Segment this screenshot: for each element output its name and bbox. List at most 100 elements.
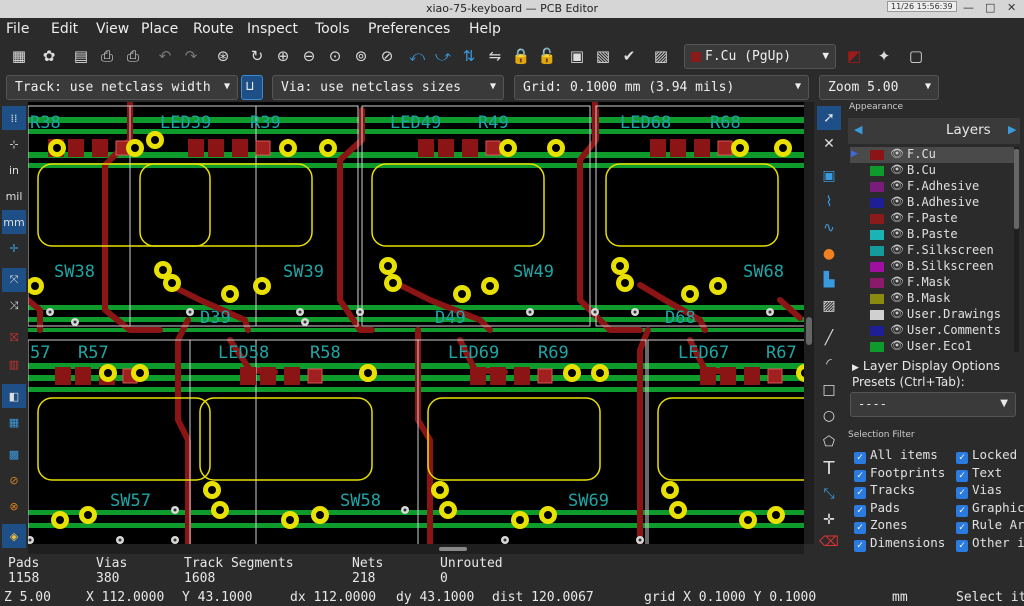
zoom-objects-icon[interactable]: ⊚: [350, 45, 372, 67]
undo-icon[interactable]: ↶: [154, 45, 176, 67]
select-icon[interactable]: ➚: [817, 106, 841, 130]
filter-checkbox[interactable]: ✓ Graphics: [956, 500, 1024, 517]
zoom-area-icon[interactable]: ⊘: [376, 45, 398, 67]
route-track-icon[interactable]: ⌇: [817, 190, 841, 214]
set-origin-icon[interactable]: ✛: [817, 508, 841, 532]
visibility-eye-icon[interactable]: 👁: [890, 291, 904, 304]
menu-help[interactable]: Help: [469, 21, 501, 37]
zoom-select[interactable]: Zoom 5.00 ▼: [819, 75, 939, 100]
layers-manager-icon[interactable]: ◈: [2, 524, 26, 548]
zoom-fit-icon[interactable]: ⊙: [324, 45, 346, 67]
layer-row[interactable]: 👁 B.Silkscreen: [866, 259, 1018, 275]
flip-icon[interactable]: ⇋: [484, 45, 506, 67]
add-footprint-icon[interactable]: ▣: [817, 164, 841, 188]
redo-icon[interactable]: ↷: [180, 45, 202, 67]
pcb-drawing[interactable]: R38 LED39 R39 LED49 R49 LED68 R68 SW38 SW39 SW49 S…: [28, 102, 804, 544]
add-text-icon[interactable]: T: [817, 456, 841, 480]
fp-editor-icon[interactable]: ✦: [873, 45, 895, 67]
visibility-eye-icon[interactable]: 👁: [890, 211, 904, 224]
filter-checkbox[interactable]: ✓ Rule Areas: [956, 517, 1024, 535]
checkbox-checked-icon[interactable]: ✓: [854, 540, 866, 552]
draw-line-icon[interactable]: ╱: [817, 326, 841, 350]
drc-markers-icon[interactable]: ⊗: [2, 494, 26, 518]
draw-rect-icon[interactable]: □: [817, 378, 841, 402]
layer-color-swatch[interactable]: [870, 182, 884, 192]
plot-icon[interactable]: ⎙: [122, 45, 144, 67]
menu-edit[interactable]: Edit: [51, 21, 78, 37]
menu-tools[interactable]: Tools: [315, 21, 350, 37]
zoom-out-icon[interactable]: ⊖: [298, 45, 320, 67]
visibility-eye-icon[interactable]: 👁: [890, 275, 904, 288]
layer-color-swatch[interactable]: [870, 310, 884, 320]
maximize-icon[interactable]: □: [985, 1, 995, 14]
lock-icon[interactable]: 🔒: [510, 45, 532, 67]
layer-row[interactable]: 👁 F.Silkscreen: [866, 243, 1018, 259]
ratsnest-icon[interactable]: ⤧: [2, 268, 26, 292]
draw-circle-icon[interactable]: ○: [817, 404, 841, 428]
polar-coords-icon[interactable]: ⊹: [2, 132, 26, 156]
visibility-eye-icon[interactable]: 👁: [890, 179, 904, 192]
rotate-ccw-icon[interactable]: ⤺: [406, 45, 428, 67]
visibility-eye-icon[interactable]: 👁: [890, 307, 904, 320]
track-fill-icon[interactable]: ▦: [2, 410, 26, 434]
route-diff-pair-icon[interactable]: ∿: [817, 216, 841, 240]
pad-fill-icon[interactable]: ▥: [2, 352, 26, 376]
add-zone-icon[interactable]: ▙: [817, 268, 841, 292]
layer-color-swatch[interactable]: [870, 326, 884, 336]
tab-right-arrow-icon[interactable]: ▶: [1008, 123, 1016, 136]
layer-color-swatch[interactable]: [870, 278, 884, 288]
refresh-icon[interactable]: ↻: [246, 45, 268, 67]
layer-color-swatch[interactable]: [870, 198, 884, 208]
visibility-eye-icon[interactable]: 👁: [890, 227, 904, 240]
cursor-style-icon[interactable]: ✛: [2, 236, 26, 260]
find-icon[interactable]: ⊛: [212, 45, 234, 67]
menu-view[interactable]: View: [96, 21, 129, 37]
layer-row[interactable]: 👁 B.Adhesive: [866, 195, 1018, 211]
menu-place[interactable]: Place: [141, 21, 178, 37]
delete-tool-icon[interactable]: ⌫: [817, 530, 841, 554]
horizontal-scrollbar[interactable]: [28, 544, 804, 554]
local-ratsnest-icon[interactable]: ✕: [817, 132, 841, 156]
visibility-eye-icon[interactable]: 👁: [890, 243, 904, 256]
scroll-thumb[interactable]: [806, 317, 812, 345]
layer-row[interactable]: 👁 User.Drawings: [866, 307, 1018, 323]
scripting-icon[interactable]: ▧: [592, 45, 614, 67]
layer-row[interactable]: 👁 F.Cu: [866, 147, 1018, 163]
layer-row[interactable]: 👁 B.Paste: [866, 227, 1018, 243]
menu-inspect[interactable]: Inspect: [247, 21, 298, 37]
menu-file[interactable]: File: [6, 21, 29, 37]
layer-color-swatch[interactable]: [870, 166, 884, 176]
checkbox-checked-icon[interactable]: ✓: [956, 487, 968, 500]
tab-left-arrow-icon[interactable]: ◀: [854, 123, 862, 136]
checkbox-checked-icon[interactable]: ✓: [956, 540, 968, 552]
active-layer-select[interactable]: F.Cu (PgUp) ▼: [684, 44, 836, 69]
mirror-icon[interactable]: ⇅: [458, 45, 480, 67]
scroll-thumb[interactable]: [439, 547, 467, 551]
filter-checkbox[interactable]: ✓ Pads: [854, 500, 900, 517]
filter-checkbox[interactable]: ✓ Other items: [956, 535, 1024, 552]
checkbox-checked-icon[interactable]: ✓: [956, 522, 968, 535]
track-width-select[interactable]: Track: use netclass width ▼: [6, 75, 238, 100]
pcb-canvas[interactable]: R38 LED39 R39 LED49 R49 LED68 R68 SW38 SW39 SW49 S…: [28, 102, 804, 544]
filter-checkbox[interactable]: ✓ Tracks: [854, 482, 915, 500]
layer-color-swatch[interactable]: [870, 342, 884, 352]
checkbox-checked-icon[interactable]: ✓: [956, 469, 968, 482]
highcontrast-icon[interactable]: ▩: [2, 442, 26, 466]
visibility-eye-icon[interactable]: 👁: [890, 259, 904, 272]
checkbox-checked-icon[interactable]: ✓: [854, 452, 866, 464]
unit-mm-button[interactable]: mm: [2, 210, 26, 234]
checkbox-checked-icon[interactable]: ✓: [854, 522, 866, 535]
visibility-eye-icon[interactable]: 👁: [890, 323, 904, 336]
print-icon[interactable]: ⎙: [96, 45, 118, 67]
console-icon[interactable]: ▢: [905, 45, 927, 67]
tab-layers[interactable]: Layers: [946, 122, 991, 138]
checkbox-checked-icon[interactable]: ✓: [956, 452, 968, 464]
unit-inch-button[interactable]: in: [2, 158, 26, 182]
layer-row[interactable]: 👁 B.Cu: [866, 163, 1018, 179]
via-fill-icon[interactable]: ◧: [2, 384, 26, 408]
layer-display-options[interactable]: ▶ Layer Display Options: [852, 358, 1000, 373]
zone-fill-icon[interactable]: ⛝: [2, 326, 26, 350]
ratsnest-icon[interactable]: ▨: [650, 45, 672, 67]
layer-color-swatch[interactable]: [870, 246, 884, 256]
layer-pair-icon[interactable]: ◩: [843, 45, 865, 67]
